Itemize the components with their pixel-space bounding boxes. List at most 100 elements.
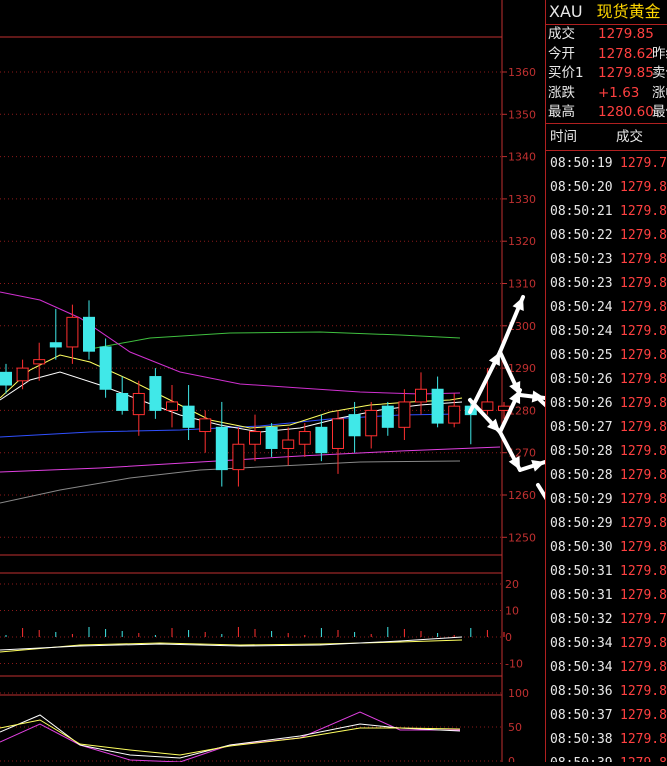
trade-price: 1279.8 [620,515,667,531]
candle-body [298,431,311,445]
trades-header: 时间 成交 [546,122,667,151]
quote-row: 买价1 1279.85卖价 [546,64,667,84]
trade-price: 1279.8 [620,659,667,675]
trade-price: 1279.8 [620,443,667,459]
candle-body [66,316,79,348]
osc-tick-label: 0 [508,755,515,762]
trade-row: 08:50:34 1279.8 [546,631,667,655]
trade-time: 08:50:24 [550,299,613,315]
trade-row: 08:50:26 1279.8 [546,367,667,391]
trade-time: 08:50:31 [550,563,613,579]
trade-price: 1279.8 [620,731,667,747]
candle-body [215,426,228,471]
osc-line-white [0,714,461,759]
quote-row: 今开 1278.62昨结 [546,45,667,65]
trade-row: 08:50:26 1279.8 [546,391,667,415]
candle-body [0,371,12,386]
trade-price: 1279.8 [620,299,667,315]
trade-price: 1279.8 [620,323,667,339]
quote-value: 1279.85 [598,65,654,81]
trade-time: 08:50:20 [550,179,613,195]
trade-row: 08:50:30 1279.8 [546,535,667,559]
trade-row: 08:50:22 1279.8 [546,223,667,247]
quote-value: 1278.62 [598,45,654,62]
candle-body [83,316,95,352]
volume-tick-label: 0 [505,631,512,644]
trade-row: 08:50:32 1279.7 [546,607,667,631]
trade-row: 08:50:28 1279.8 [546,439,667,463]
quote-label: 买价1 [548,65,584,81]
trade-row: 08:50:24 1279.8 [546,295,667,319]
trade-row: 08:50:31 1279.8 [546,583,667,607]
candle-body [332,418,344,449]
volume-tick-label: 10 [505,605,519,618]
candlestick-chart[interactable]: 1360135013401330132013101300129012801270… [0,0,602,766]
trade-row: 08:50:36 1279.8 [546,679,667,703]
volume-ma-white [0,636,463,651]
candle-body [49,342,62,348]
candle-body [315,426,328,454]
trade-row: 08:50:38 1279.8 [546,727,667,751]
trade-time: 08:50:34 [550,635,613,651]
candle-body [348,414,361,437]
trade-price: 1279.8 [620,347,667,363]
candle-body [116,392,129,411]
trade-time: 08:50:23 [550,275,613,291]
price-tick-label: 1360 [508,66,536,79]
candle-body [365,409,378,437]
trade-time: 08:50:27 [550,419,613,435]
trade-price: 1279.8 [620,419,667,435]
trades-list[interactable]: 08:50:19 1279.7 08:50:20 1279.8 08:50:21 1279… [546,151,667,763]
trade-row: 08:50:27 1279.8 [546,415,667,439]
quote-extra: 涨幅 [652,84,667,101]
trade-price: 1279.8 [620,683,667,699]
symbol-name: 现货黄金 [596,2,661,21]
candle-body [16,367,29,382]
trade-price: 1279.8 [620,251,667,267]
trade-price: 1279.8 [620,371,667,387]
arrow-head [531,460,545,472]
price-tick-label: 1290 [508,362,536,375]
candle-body [33,359,46,365]
quote-value: 1280.60 [598,104,654,120]
candle-body [481,401,494,411]
trade-time: 08:50:34 [550,659,613,675]
price-tick-label: 1350 [508,108,536,121]
symbol-header[interactable]: XAU 现货黄金 [546,0,667,25]
trade-row: 08:50:31 1279.8 [546,559,667,583]
trade-price: 1279.8 [620,635,667,651]
trade-row: 08:50:23 1279.8 [546,247,667,271]
trade-time: 08:50:28 [550,467,613,483]
quote-label: 今开 [548,45,575,62]
trade-time: 08:50:19 [550,155,613,171]
candle-body [182,405,195,428]
quote-value: +1.63 [598,84,640,101]
trade-time: 08:50:29 [550,491,613,507]
quote-row: 最高 1280.60最低 [546,103,667,123]
trade-price: 1279.8 [620,563,667,579]
kline-chart-area[interactable]: 1360 1350 1340 1330 1320 1310 1300 1290 1280 1270… [0,0,602,766]
trade-row: 08:50:20 1279.8 [546,175,667,199]
trade-price: 1279.8 [620,491,667,507]
trade-price: 1279.8 [620,467,667,483]
trade-time: 08:50:21 [550,203,613,219]
candle-body [431,388,444,424]
trades-time-header: 时间 [550,128,577,145]
candle-body [149,376,162,411]
candle-body [166,401,178,411]
trade-time: 08:50:37 [550,707,613,723]
osc-tick-label: 50 [508,721,522,734]
quote-extra: 卖价 [652,65,667,81]
trades-price-header: 成交 [616,128,643,145]
trade-price: 1279.8 [620,587,667,603]
trade-time: 08:50:25 [550,347,613,363]
trade-price: 1279.8 [620,179,667,195]
candle-body [381,405,394,428]
trade-row: 08:50:28 1279.8 [546,463,667,487]
price-tick-label: 1250 [508,531,536,544]
trade-time: 08:50:31 [550,587,613,603]
trade-time: 08:50:36 [550,683,613,699]
trade-time: 08:50:28 [550,443,613,459]
trade-row: 08:50:29 1279.8 [546,487,667,511]
volume-panel-frame [0,572,503,677]
